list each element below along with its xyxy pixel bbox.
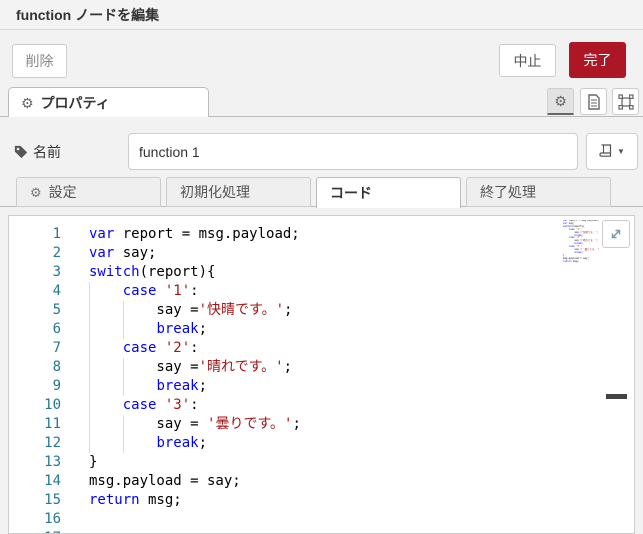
code-line[interactable]: 4 case '1': xyxy=(9,282,634,301)
code-text: } xyxy=(89,453,97,472)
editor-minimap[interactable]: var report = msg.payload;var say;switch(… xyxy=(563,220,601,269)
edit-function-node-dialog: function ノードを編集 削除 中止 完了 ⚙ プロパティ ⚙ xyxy=(0,0,643,534)
code-line[interactable]: 14 msg.payload = say; xyxy=(9,472,634,491)
line-number: 2 xyxy=(9,244,61,263)
code-line[interactable]: 15 return msg; xyxy=(9,491,634,510)
code-line[interactable]: 9 break; xyxy=(9,377,634,396)
code-text: return msg; xyxy=(89,491,182,510)
editor-tab-2[interactable]: 初期化処理 xyxy=(166,177,311,207)
done-button[interactable]: 完了 xyxy=(569,42,626,78)
code-text: case '3': xyxy=(89,396,199,415)
code-line[interactable]: 5 say ='快晴です。'; xyxy=(9,301,634,320)
line-number: 8 xyxy=(9,358,61,377)
code-line[interactable]: 16 xyxy=(9,510,634,529)
line-number: 11 xyxy=(9,415,61,434)
line-number: 16 xyxy=(9,510,61,529)
gear-icon: ⚙ xyxy=(21,96,34,110)
code-line[interactable]: 1 var report = msg.payload; xyxy=(9,225,634,244)
code-line[interactable]: 12 break; xyxy=(9,434,634,453)
name-input[interactable] xyxy=(128,133,578,170)
editor-tab-4[interactable]: 終了処理 xyxy=(466,177,611,207)
name-label-text: 名前 xyxy=(33,142,61,162)
expand-editor-button[interactable] xyxy=(602,220,630,248)
code-text: say ='快晴です。'; xyxy=(89,301,292,320)
code-text: var say; xyxy=(89,244,156,263)
editor-tab-1[interactable]: ⚙ 設定 xyxy=(16,177,161,207)
line-number: 17 xyxy=(9,529,61,534)
code-text: break; xyxy=(89,320,207,339)
code-line[interactable]: 11 say = '曇りです。'; xyxy=(9,415,634,434)
code-text: var report = msg.payload; xyxy=(89,225,300,244)
code-editor[interactable]: 1 var report = msg.payload; 2 var say; 3 swit… xyxy=(8,215,635,534)
code-line[interactable]: 3 switch(report){ xyxy=(9,263,634,282)
editor-tab-label: 初期化処理 xyxy=(180,182,250,202)
code-line[interactable]: 2 var say; xyxy=(9,244,634,263)
line-number: 12 xyxy=(9,434,61,453)
properties-edit-button[interactable]: ⚙ xyxy=(547,88,574,115)
appearance-button[interactable] xyxy=(612,88,639,115)
description-button[interactable] xyxy=(580,88,607,115)
delete-button[interactable]: 削除 xyxy=(12,44,67,78)
document-icon xyxy=(587,94,601,110)
book-icon xyxy=(599,144,612,159)
code-text: break; xyxy=(89,377,207,396)
editor-tab-label: コード xyxy=(330,183,372,203)
line-number: 9 xyxy=(9,377,61,396)
line-number: 15 xyxy=(9,491,61,510)
expand-icon xyxy=(609,227,623,241)
scrollbar-cursor-marker[interactable] xyxy=(606,394,627,399)
code-line[interactable]: 17 xyxy=(9,529,634,534)
code-line[interactable]: 7 case '2': xyxy=(9,339,634,358)
appearance-icon xyxy=(618,94,634,110)
gear-icon: ⚙ xyxy=(554,94,567,108)
library-dropdown-button[interactable]: ▼ xyxy=(586,133,638,170)
code-line[interactable]: 6 break; xyxy=(9,320,634,339)
dialog-title: function ノードを編集 xyxy=(16,0,159,30)
name-label: 名前 xyxy=(14,142,61,162)
line-number: 7 xyxy=(9,339,61,358)
line-number: 5 xyxy=(9,301,61,320)
code-text: say = '曇りです。'; xyxy=(89,415,301,434)
code-text: case '2': xyxy=(89,339,199,358)
line-number: 4 xyxy=(9,282,61,301)
line-number: 10 xyxy=(9,396,61,415)
code-line[interactable]: 13} xyxy=(9,453,634,472)
code-line[interactable]: 10 case '3': xyxy=(9,396,634,415)
code-text: say ='晴れです。'; xyxy=(89,358,292,377)
editor-tab-3[interactable]: コード xyxy=(316,177,461,208)
line-number: 14 xyxy=(9,472,61,491)
cancel-button[interactable]: 中止 xyxy=(499,44,556,77)
code-text: break; xyxy=(89,434,207,453)
chevron-down-icon: ▼ xyxy=(617,147,625,156)
editor-tab-label: 設定 xyxy=(49,182,77,202)
gear-icon: ⚙ xyxy=(30,186,42,199)
code-line[interactable]: 8 say ='晴れです。'; xyxy=(9,358,634,377)
properties-tab-label: プロパティ xyxy=(41,93,110,113)
line-number: 13 xyxy=(9,453,61,472)
code-lines: 1 var report = msg.payload; 2 var say; 3 swit… xyxy=(9,225,634,534)
code-text: msg.payload = say; xyxy=(89,472,241,491)
tab-properties[interactable]: ⚙ プロパティ xyxy=(8,87,209,117)
editor-tab-label: 終了処理 xyxy=(480,182,536,202)
tag-icon xyxy=(14,145,28,159)
line-number: 3 xyxy=(9,263,61,282)
name-row: 名前 ▼ xyxy=(0,128,643,174)
code-text: case '1': xyxy=(89,282,199,301)
code-text: switch(report){ xyxy=(89,263,215,282)
dialog-header: function ノードを編集 xyxy=(0,0,643,30)
line-number: 1 xyxy=(9,225,61,244)
line-number: 6 xyxy=(9,320,61,339)
